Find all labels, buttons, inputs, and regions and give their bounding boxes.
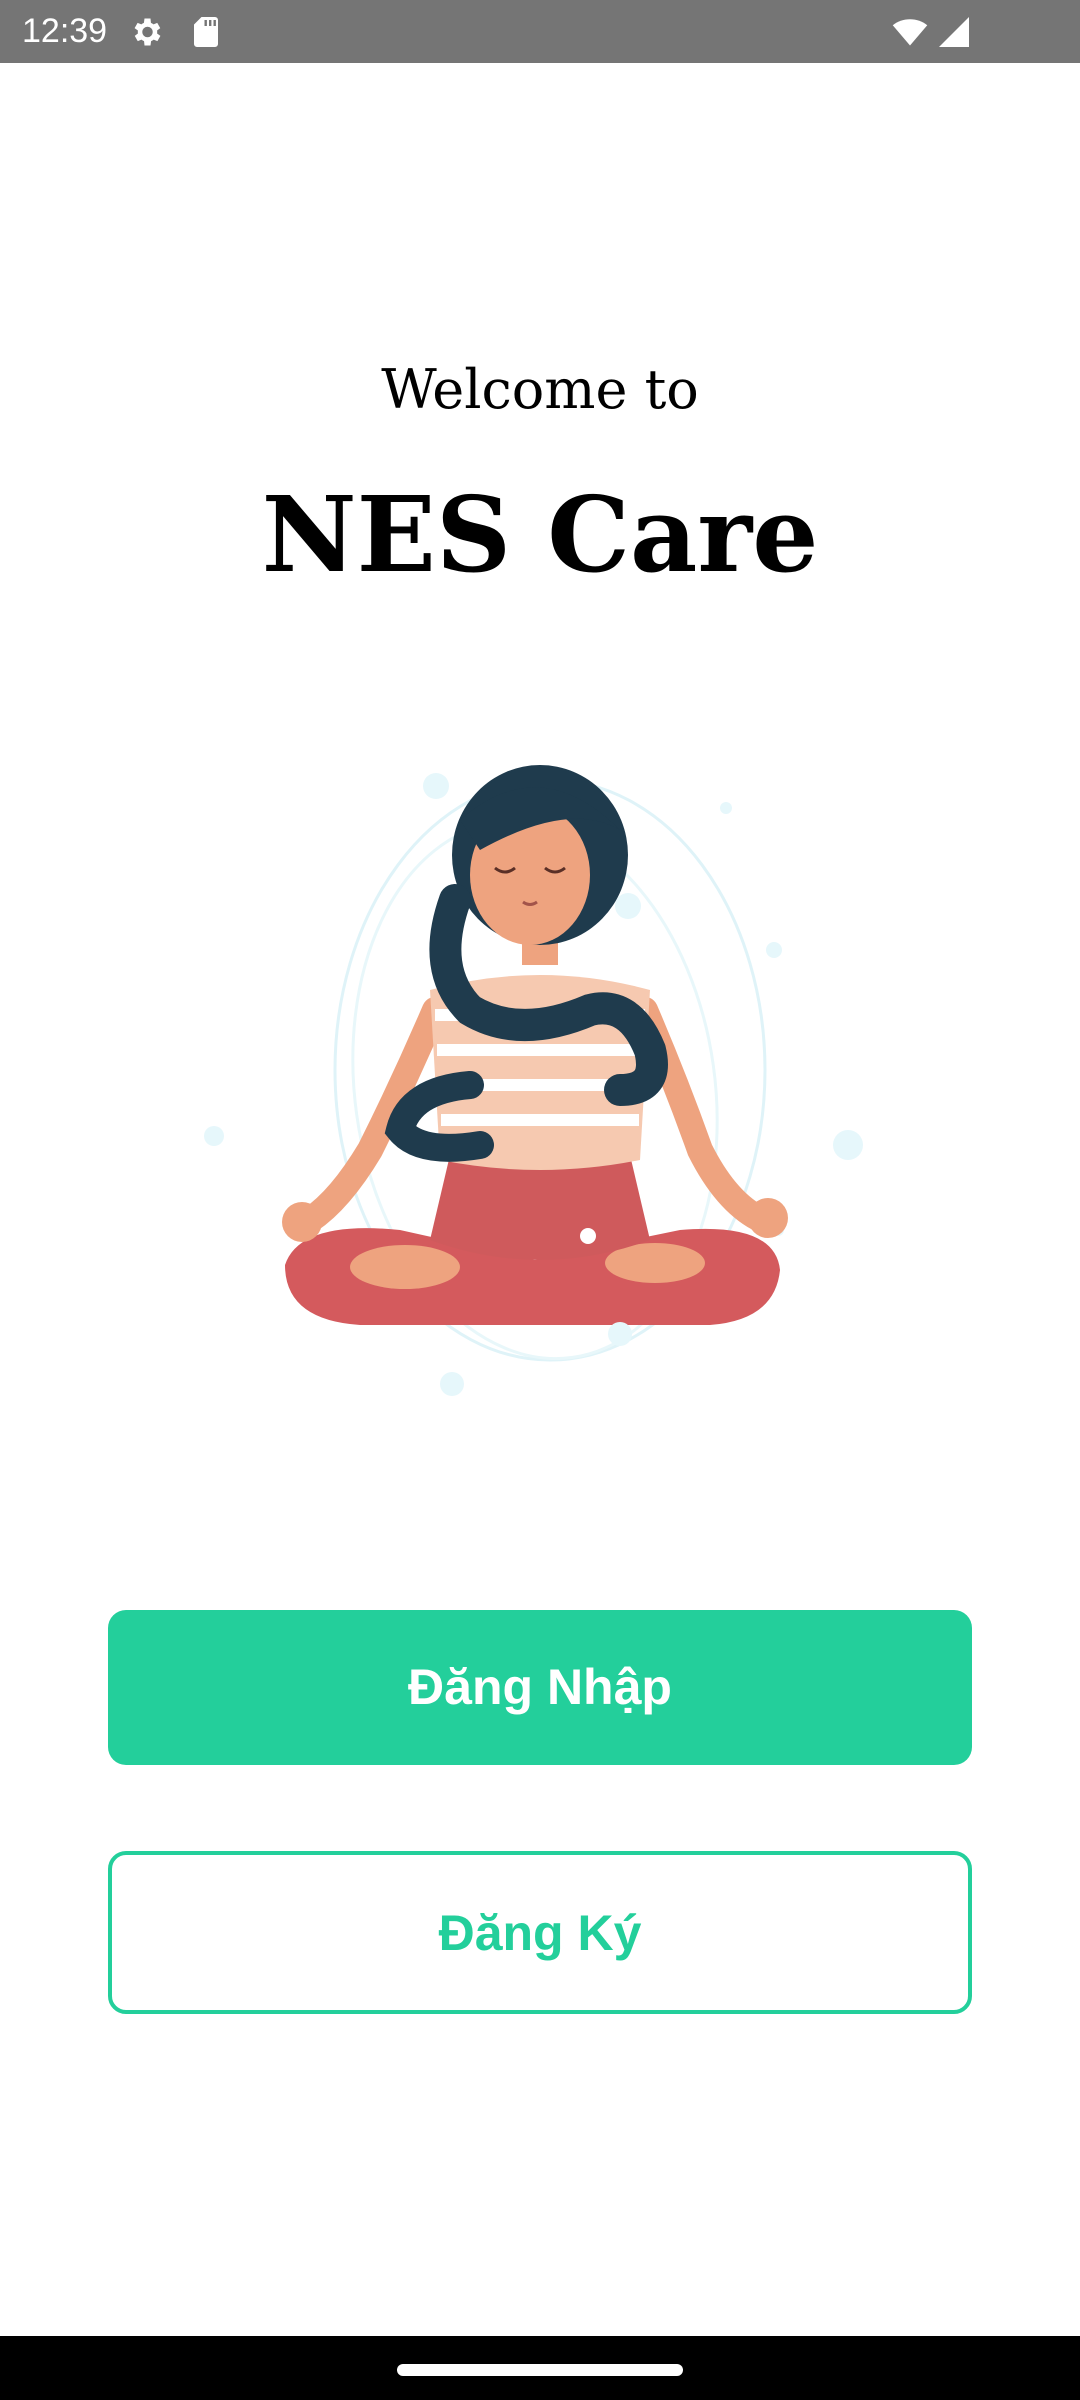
login-button[interactable]: Đăng Nhập — [108, 1610, 972, 1765]
app-title: NES Care — [261, 473, 819, 596]
gear-icon — [128, 14, 164, 50]
status-bar: 12:39 — [0, 0, 1080, 63]
status-time: 12:39 — [22, 12, 108, 50]
navigation-bar — [0, 2336, 1080, 2400]
sd-card-icon — [188, 14, 224, 50]
register-button[interactable]: Đăng Ký — [108, 1851, 972, 2014]
meditating-woman-illustration — [190, 760, 890, 1410]
welcome-screen: 12:39 Welcome to NES Care Đăng Nhập Đăng… — [0, 0, 1080, 2400]
wifi-icon — [890, 14, 930, 50]
cell-signal-icon — [936, 14, 972, 50]
welcome-text: Welcome to — [381, 358, 699, 421]
home-gesture-handle[interactable] — [397, 2364, 683, 2376]
